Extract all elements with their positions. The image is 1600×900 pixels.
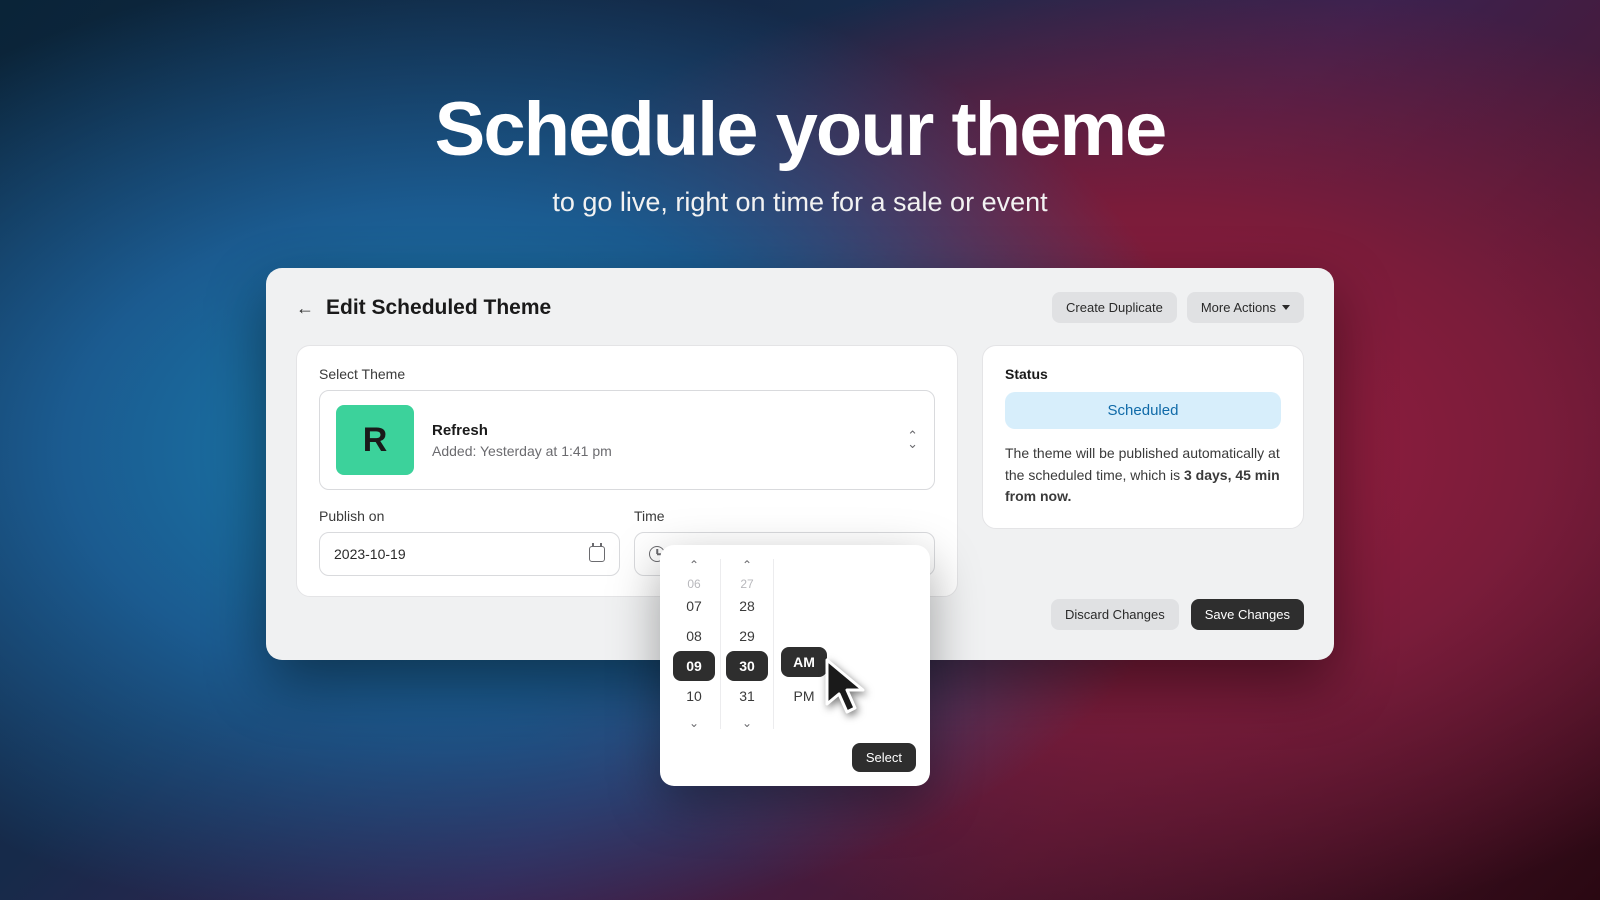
chevron-down-icon bbox=[1282, 305, 1290, 310]
theme-thumbnail: R bbox=[336, 405, 414, 475]
publish-date-label: Publish on bbox=[319, 508, 620, 524]
minute-option-selected[interactable]: 30 bbox=[726, 651, 768, 681]
hour-option[interactable]: 08 bbox=[673, 621, 715, 651]
page-title: Edit Scheduled Theme bbox=[326, 296, 551, 320]
status-card: Status Scheduled The theme will be publi… bbox=[982, 345, 1304, 529]
more-actions-label: More Actions bbox=[1201, 300, 1276, 315]
create-duplicate-button[interactable]: Create Duplicate bbox=[1052, 292, 1177, 323]
publish-time-label: Time bbox=[634, 508, 935, 524]
hour-option[interactable]: 07 bbox=[673, 591, 715, 621]
calendar-icon bbox=[589, 546, 605, 562]
minute-down-button[interactable]: ⌄ bbox=[721, 711, 773, 735]
hour-wheel[interactable]: ⌃ 06 07 08 09 10 ⌄ bbox=[668, 553, 720, 735]
minute-option[interactable]: 29 bbox=[726, 621, 768, 651]
theme-added: Added: Yesterday at 1:41 pm bbox=[432, 443, 612, 459]
select-theme-label: Select Theme bbox=[319, 366, 935, 382]
theme-name: Refresh bbox=[432, 422, 612, 439]
ampm-wheel[interactable]: AM PM bbox=[774, 553, 834, 735]
time-select-button[interactable]: Select bbox=[852, 743, 916, 772]
status-badge: Scheduled bbox=[1005, 392, 1281, 429]
hour-up-button[interactable]: ⌃ bbox=[668, 553, 720, 577]
discard-changes-button[interactable]: Discard Changes bbox=[1051, 599, 1179, 630]
status-text: The theme will be published automaticall… bbox=[1005, 443, 1281, 508]
hour-option[interactable]: 06 bbox=[673, 577, 715, 591]
minute-option[interactable]: 31 bbox=[726, 681, 768, 711]
ampm-option-selected[interactable]: AM bbox=[781, 647, 827, 677]
save-changes-button[interactable]: Save Changes bbox=[1191, 599, 1304, 630]
time-picker-popover: ⌃ 06 07 08 09 10 ⌄ ⌃ 27 28 29 30 31 ⌄ AM… bbox=[660, 545, 930, 786]
ampm-option[interactable]: PM bbox=[781, 681, 827, 711]
hour-option[interactable]: 10 bbox=[673, 681, 715, 711]
select-chevrons-icon: ⌃⌄ bbox=[907, 432, 918, 448]
back-arrow-icon[interactable]: ← bbox=[296, 299, 314, 317]
hero-subtitle: to go live, right on time for a sale or … bbox=[0, 187, 1600, 218]
minute-wheel[interactable]: ⌃ 27 28 29 30 31 ⌄ bbox=[721, 553, 773, 735]
minute-up-button[interactable]: ⌃ bbox=[721, 553, 773, 577]
status-label: Status bbox=[1005, 366, 1281, 382]
publish-date-input[interactable]: 2023-10-19 bbox=[319, 532, 620, 576]
hour-down-button[interactable]: ⌄ bbox=[668, 711, 720, 735]
theme-selector[interactable]: R Refresh Added: Yesterday at 1:41 pm ⌃⌄ bbox=[319, 390, 935, 490]
minute-option[interactable]: 27 bbox=[726, 577, 768, 591]
more-actions-button[interactable]: More Actions bbox=[1187, 292, 1304, 323]
hour-option-selected[interactable]: 09 bbox=[673, 651, 715, 681]
publish-date-value: 2023-10-19 bbox=[334, 546, 579, 562]
minute-option[interactable]: 28 bbox=[726, 591, 768, 621]
hero-title: Schedule your theme bbox=[0, 86, 1600, 173]
